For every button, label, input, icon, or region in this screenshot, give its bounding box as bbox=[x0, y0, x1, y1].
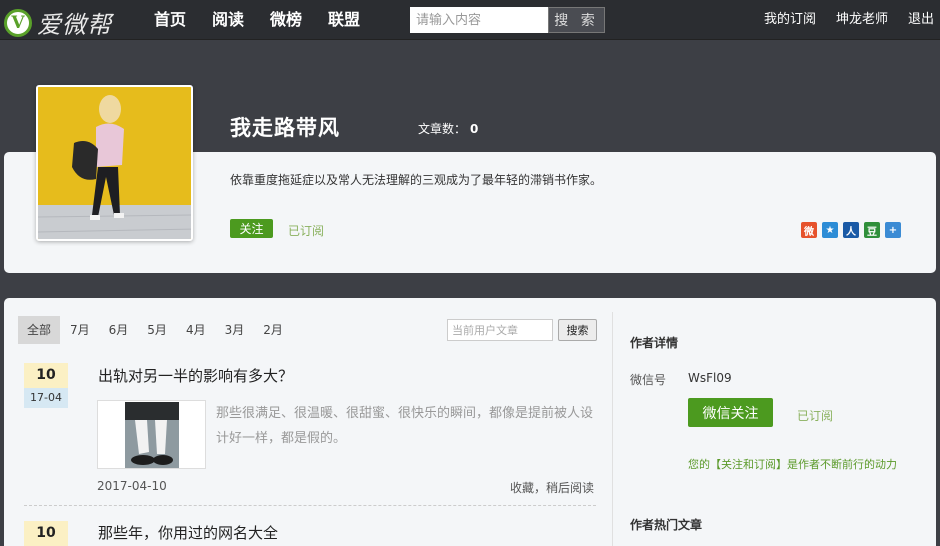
article-title[interactable]: 那些年，你用过的网名大全 bbox=[98, 522, 278, 543]
renren-icon[interactable]: 人 bbox=[843, 222, 859, 238]
nav-ranking[interactable]: 微榜 bbox=[270, 0, 302, 40]
main-nav: 首页 阅读 微榜 联盟 bbox=[154, 0, 386, 40]
follow-motivation-text: 您的【关注和订阅】是作者不断前行的动力 bbox=[688, 458, 897, 471]
wechat-follow-button[interactable]: 微信关注 bbox=[688, 398, 773, 427]
wechat-subscribed-status: 已订阅 bbox=[797, 409, 834, 423]
logout-link[interactable]: 退出 bbox=[908, 0, 934, 40]
article-thumbnail[interactable] bbox=[97, 400, 206, 469]
wechat-id-value: WsFl09 bbox=[688, 371, 732, 385]
month-tab-2[interactable]: 2月 bbox=[254, 316, 292, 344]
qzone-icon[interactable]: ★ bbox=[822, 222, 838, 238]
article-count: 文章数： 0 bbox=[418, 120, 478, 137]
nav-home[interactable]: 首页 bbox=[154, 0, 186, 40]
nav-read[interactable]: 阅读 bbox=[212, 0, 244, 40]
share-icons: 微 ★ 人 豆 + bbox=[801, 222, 906, 238]
site-search: 搜 索 bbox=[410, 7, 605, 33]
month-filter: 全部 7月 6月 5月 4月 3月 2月 bbox=[18, 316, 293, 344]
article-divider bbox=[24, 505, 596, 506]
user-links: 我的订阅 坤龙老师 退出 bbox=[744, 0, 934, 40]
article-search-button[interactable]: 搜索 bbox=[558, 319, 597, 341]
article-date-badge: 10 17-04 bbox=[24, 363, 68, 408]
article-search-input[interactable] bbox=[447, 319, 553, 341]
month-tab-6[interactable]: 6月 bbox=[100, 316, 138, 344]
article-date-badge: 10 bbox=[24, 521, 68, 546]
logo-text: 爱微帮 bbox=[37, 11, 112, 39]
month-tab-7[interactable]: 7月 bbox=[61, 316, 99, 344]
thumbnail-photo bbox=[124, 402, 179, 468]
top-navigation-bar: V 爱微帮 首页 阅读 微榜 联盟 搜 索 我的订阅 坤龙老师 退出 bbox=[0, 0, 940, 40]
month-tab-3[interactable]: 3月 bbox=[216, 316, 254, 344]
hot-articles-heading: 作者热门文章 bbox=[630, 518, 703, 532]
article-summary: 那些很满足、很温暖、很甜蜜、很快乐的瞬间，都像是提前被人设计好一样，都是假的。 bbox=[216, 406, 594, 446]
site-logo[interactable]: V 爱微帮 bbox=[4, 5, 112, 40]
article-count-label: 文章数： bbox=[418, 122, 467, 136]
article-actions[interactable]: 收藏，稍后阅读 bbox=[510, 479, 594, 496]
month-tab-4[interactable]: 4月 bbox=[177, 316, 215, 344]
date-day: 10 bbox=[24, 363, 68, 388]
search-button[interactable]: 搜 索 bbox=[548, 7, 605, 33]
search-input[interactable] bbox=[410, 7, 548, 33]
weibo-icon[interactable]: 微 bbox=[801, 222, 817, 238]
wechat-id-label: 微信号 bbox=[630, 373, 667, 387]
user-name-link[interactable]: 坤龙老师 bbox=[836, 0, 888, 40]
follow-button[interactable]: 关注 bbox=[230, 219, 273, 238]
author-name: 我走路带风 bbox=[230, 116, 340, 140]
avatar-photo bbox=[38, 87, 191, 239]
logo-icon: V bbox=[4, 8, 32, 37]
author-bio: 依靠重度拖延症以及常人无法理解的三观成为了最年轻的滞销书作家。 bbox=[230, 173, 603, 187]
month-tab-all[interactable]: 全部 bbox=[18, 316, 61, 344]
author-avatar bbox=[36, 85, 193, 241]
article-search: 搜索 bbox=[447, 319, 597, 341]
month-tab-5[interactable]: 5月 bbox=[138, 316, 176, 344]
date-day: 10 bbox=[24, 521, 68, 546]
article-title[interactable]: 出轨对另一半的影响有多大？ bbox=[98, 365, 293, 386]
nav-alliance[interactable]: 联盟 bbox=[328, 0, 360, 40]
article-count-value: 0 bbox=[470, 122, 479, 136]
my-subscriptions-link[interactable]: 我的订阅 bbox=[764, 0, 816, 40]
author-detail-heading: 作者详情 bbox=[630, 336, 679, 350]
more-share-icon[interactable]: + bbox=[885, 222, 901, 238]
douban-icon[interactable]: 豆 bbox=[864, 222, 880, 238]
date-month-day: 17-04 bbox=[24, 388, 68, 408]
column-divider bbox=[612, 312, 613, 546]
subscribed-status: 已订阅 bbox=[288, 224, 325, 238]
article-date: 2017-04-10 bbox=[97, 479, 167, 493]
